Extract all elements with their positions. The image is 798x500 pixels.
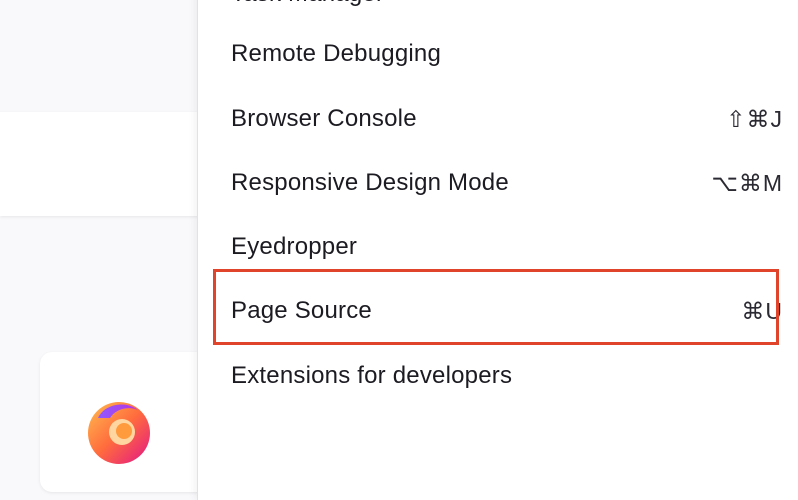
menu-item-eyedropper[interactable]: Eyedropper [231, 223, 783, 271]
menu-item-label: Eyedropper [231, 233, 358, 260]
menu-item-label: Page Source [231, 297, 372, 324]
menu-item-page-source[interactable]: Page Source ⌘U [231, 287, 783, 335]
menu-item-browser-console[interactable]: Browser Console ⇧⌘J [231, 95, 783, 143]
background-card [0, 112, 210, 216]
menu-item-remote-debugging[interactable]: Remote Debugging [231, 30, 783, 78]
menu-item-label: Browser Console [231, 105, 417, 132]
menu-item-responsive-design-mode[interactable]: Responsive Design Mode ⌥⌘M [231, 159, 783, 207]
developer-tools-menu: Task Manager Remote Debugging Browser Co… [197, 0, 798, 500]
menu-item-task-manager[interactable]: Task Manager [231, 0, 783, 18]
menu-item-label: Extensions for developers [231, 362, 513, 389]
menu-item-label: Responsive Design Mode [231, 169, 509, 196]
menu-item-shortcut: ⌘U [741, 297, 783, 324]
menu-item-label: Remote Debugging [231, 40, 442, 67]
firefox-logo-icon [88, 402, 150, 464]
menu-item-shortcut: ⇧⌘J [726, 105, 783, 132]
menu-item-extensions-for-developers[interactable]: Extensions for developers [231, 352, 783, 400]
menu-item-shortcut: ⌥⌘M [711, 169, 783, 196]
menu-item-label: Task Manager [231, 0, 384, 8]
